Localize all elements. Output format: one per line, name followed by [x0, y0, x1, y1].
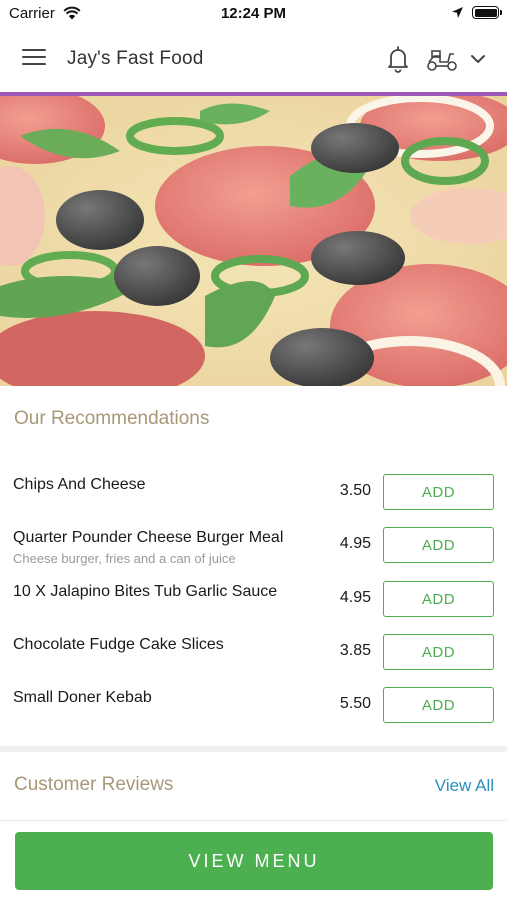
scooter-icon[interactable] — [426, 48, 458, 72]
add-button[interactable]: ADD — [383, 634, 494, 670]
list-item: Chocolate Fudge Cake Slices 3.85 ADD — [0, 634, 507, 689]
add-button[interactable]: ADD — [383, 527, 494, 563]
list-item: 10 X Jalapino Bites Tub Garlic Sauce 4.9… — [0, 581, 507, 636]
view-all-link[interactable]: View All — [435, 776, 494, 796]
status-bar: Carrier 12:24 PM — [0, 0, 507, 28]
reviews-title: Customer Reviews — [14, 774, 174, 795]
list-item: Chips And Cheese 3.50 ADD — [0, 474, 507, 529]
add-button[interactable]: ADD — [383, 581, 494, 617]
list-item: Quarter Pounder Cheese Burger Meal Chees… — [0, 527, 507, 582]
item-price: 3.50 — [339, 482, 371, 499]
app-title: Jay's Fast Food — [67, 48, 204, 69]
menu-icon-line — [22, 56, 46, 58]
item-name: Small Doner Kebab — [13, 689, 152, 706]
item-name: Chips And Cheese — [13, 476, 146, 493]
menu-button[interactable] — [22, 49, 46, 69]
item-name: Chocolate Fudge Cake Slices — [13, 636, 224, 653]
item-description: Cheese burger, fries and a can of juice — [13, 551, 236, 566]
footer-divider — [0, 820, 507, 821]
view-menu-button[interactable]: VIEW MENU — [15, 832, 493, 890]
item-price: 4.95 — [339, 589, 371, 606]
recommendations-section: Our Recommendations Chips And Cheese 3.5… — [0, 386, 507, 746]
item-price: 5.50 — [339, 695, 371, 712]
pizza-image — [0, 96, 507, 386]
list-item: Small Doner Kebab 5.50 ADD — [0, 687, 507, 742]
item-price: 4.95 — [339, 535, 371, 552]
app-header: Jay's Fast Food — [0, 28, 507, 92]
hero-banner — [0, 96, 507, 386]
location-arrow-icon — [452, 7, 463, 18]
bell-icon[interactable] — [386, 45, 410, 73]
menu-icon-line — [22, 49, 46, 51]
item-name: 10 X Jalapino Bites Tub Garlic Sauce — [13, 583, 278, 600]
customer-reviews-section: Customer Reviews View All — [0, 752, 507, 820]
item-name: Quarter Pounder Cheese Burger Meal — [13, 529, 284, 546]
status-time: 12:24 PM — [220, 5, 287, 22]
item-price: 3.85 — [339, 642, 371, 659]
menu-icon-line — [22, 63, 46, 65]
add-button[interactable]: ADD — [383, 687, 494, 723]
add-button[interactable]: ADD — [383, 474, 494, 510]
chevron-down-icon[interactable] — [470, 52, 486, 66]
battery-icon — [472, 6, 502, 19]
recommendations-title: Our Recommendations — [14, 408, 210, 429]
